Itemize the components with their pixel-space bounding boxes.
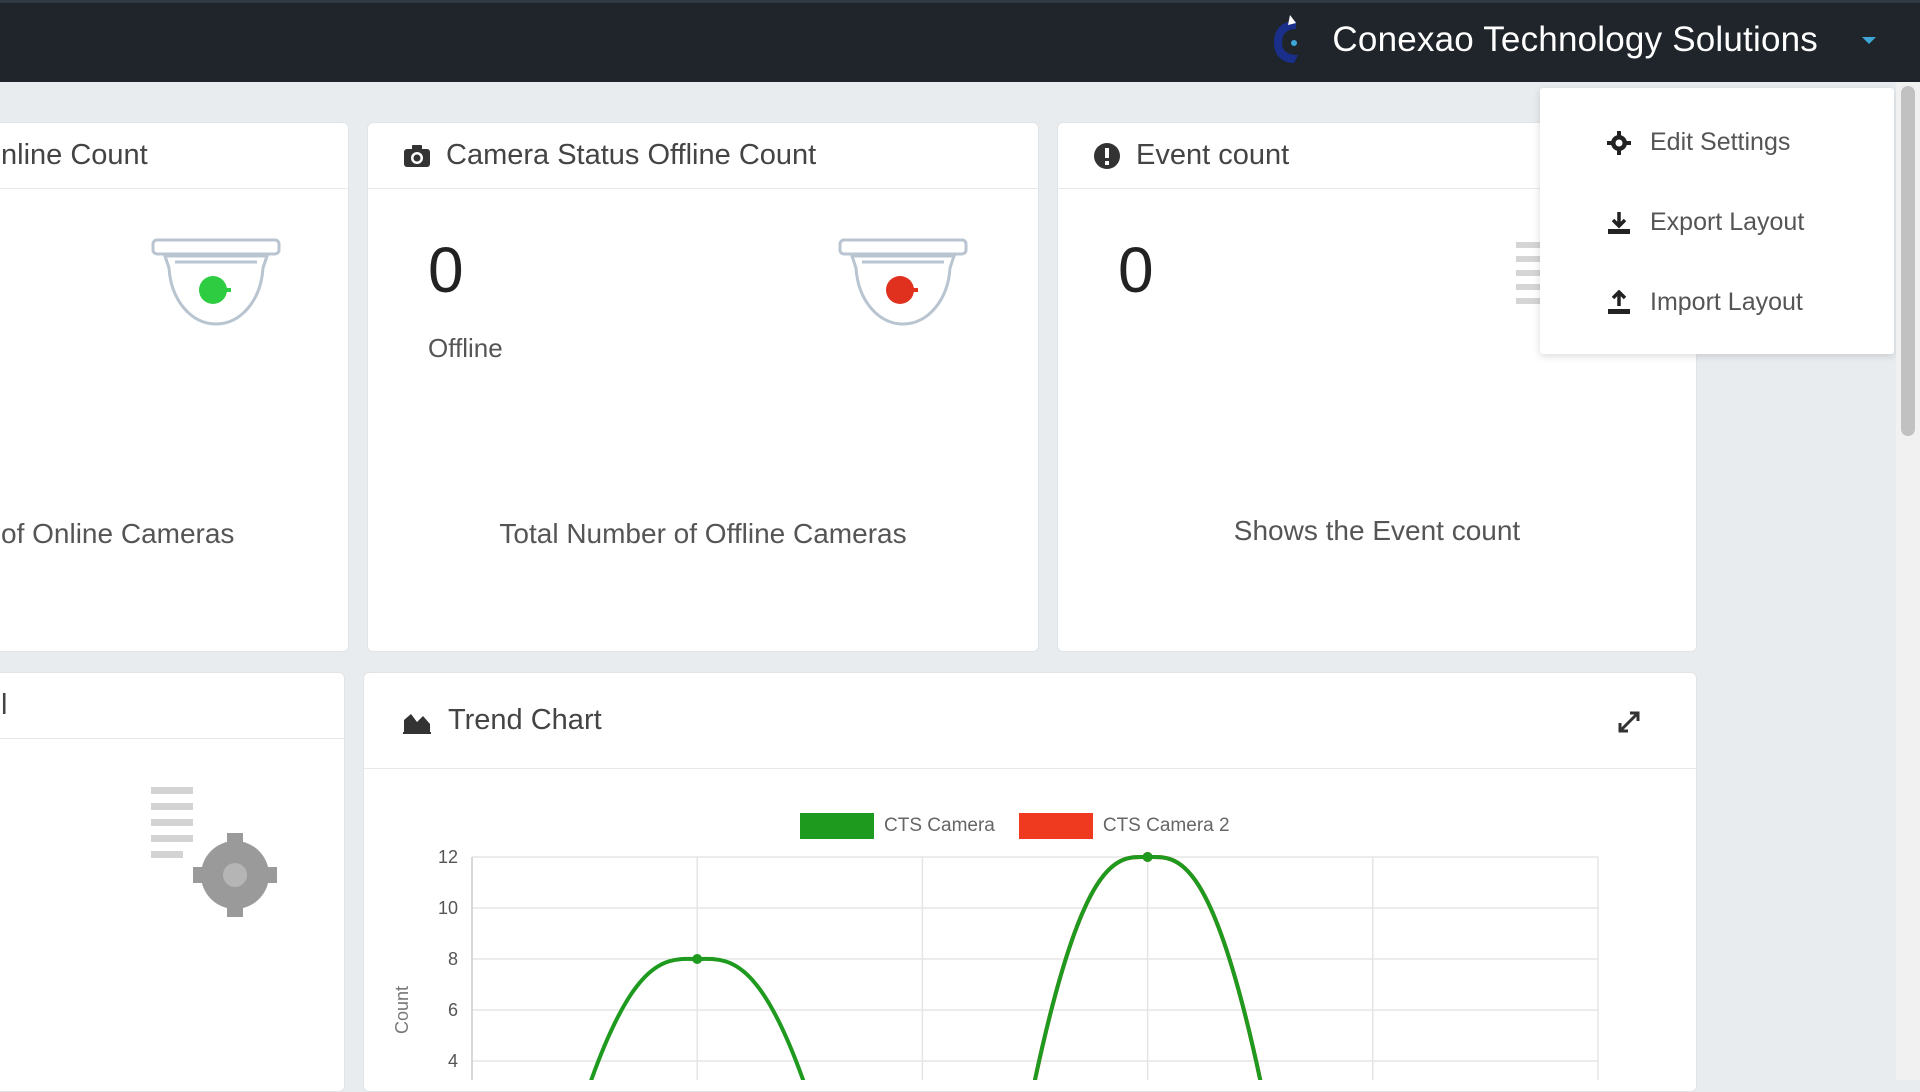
card-title: Camera Status Offline Count xyxy=(446,139,817,171)
legend-label-cts-camera-2: CTS Camera 2 xyxy=(1102,815,1230,836)
brand-dropdown-menu: Edit Settings Export Layout Import Layou… xyxy=(1540,88,1894,354)
card-title: Trend Chart xyxy=(448,704,602,736)
scrollbar-thumb[interactable] xyxy=(1901,86,1915,436)
series-point-0[interactable] xyxy=(692,954,703,964)
y-tick-label: 10 xyxy=(438,898,458,918)
company-logo-icon xyxy=(1274,15,1299,63)
trend-chart-plot: 12 10 8 6 4 Count xyxy=(392,847,1599,1080)
offline-count-header: Camera Status Offline Count xyxy=(368,123,1038,189)
menu-item-label: Edit Settings xyxy=(1650,128,1791,156)
card-title: l xyxy=(1,689,8,721)
chart-grid xyxy=(471,856,1599,1080)
y-axis-ticks: 12 10 8 6 4 Count xyxy=(392,847,458,1071)
company-name: Conexao Technology Solutions xyxy=(1332,20,1818,59)
camera-icon xyxy=(404,144,430,167)
series-point-0[interactable] xyxy=(1142,852,1153,862)
expand-icon[interactable] xyxy=(1614,707,1644,737)
menu-item-edit-settings[interactable]: Edit Settings xyxy=(1606,128,1790,157)
legend-label-cts-camera: CTS Camera xyxy=(884,815,995,836)
event-count-value: 0 xyxy=(1118,234,1154,306)
page-scrollbar[interactable] xyxy=(1896,82,1920,1080)
list-gear-icon xyxy=(151,787,277,917)
settings-widget-card: l xyxy=(0,672,345,1092)
online-count-header: nline Count xyxy=(0,123,348,189)
y-tick-label: 8 xyxy=(448,949,458,969)
menu-item-label: Import Layout xyxy=(1650,288,1803,316)
settings-widget-header: l xyxy=(0,673,344,739)
y-tick-label: 6 xyxy=(448,1000,458,1020)
card-description: Shows the Event count xyxy=(1233,515,1521,546)
top-navbar: Conexao Technology Solutions xyxy=(0,0,1920,82)
area-chart-icon xyxy=(403,713,431,734)
menu-item-export-layout[interactable]: Export Layout xyxy=(1606,208,1804,237)
brand-menu-toggle[interactable]: Conexao Technology Solutions xyxy=(1270,13,1876,67)
online-count-card: nline Count of Online Cameras xyxy=(0,122,349,652)
info-icon xyxy=(1094,142,1120,169)
card-title: nline Count xyxy=(1,139,148,171)
menu-item-label: Export Layout xyxy=(1650,208,1805,236)
offline-count-card: Camera Status Offline Count 0 Offline To… xyxy=(367,122,1039,652)
y-tick-label: 12 xyxy=(438,847,458,867)
y-axis-label: Count xyxy=(392,986,412,1034)
gear-icon xyxy=(1607,130,1631,155)
offline-label: Offline xyxy=(428,333,503,363)
chevron-down-icon[interactable] xyxy=(1862,36,1876,44)
card-description: of Online Cameras xyxy=(1,518,235,549)
upload-icon xyxy=(1608,289,1630,314)
card-description: Total Number of Offline Cameras xyxy=(499,518,907,549)
menu-item-import-layout[interactable]: Import Layout xyxy=(1606,288,1803,317)
y-tick-label: 4 xyxy=(448,1051,458,1071)
online-camera-icon xyxy=(151,238,281,326)
offline-camera-icon xyxy=(838,238,968,326)
offline-count-value: 0 xyxy=(428,234,464,306)
card-title: Event count xyxy=(1136,139,1290,171)
download-icon xyxy=(1608,211,1630,234)
trend-chart-header: Trend Chart xyxy=(364,673,1696,769)
